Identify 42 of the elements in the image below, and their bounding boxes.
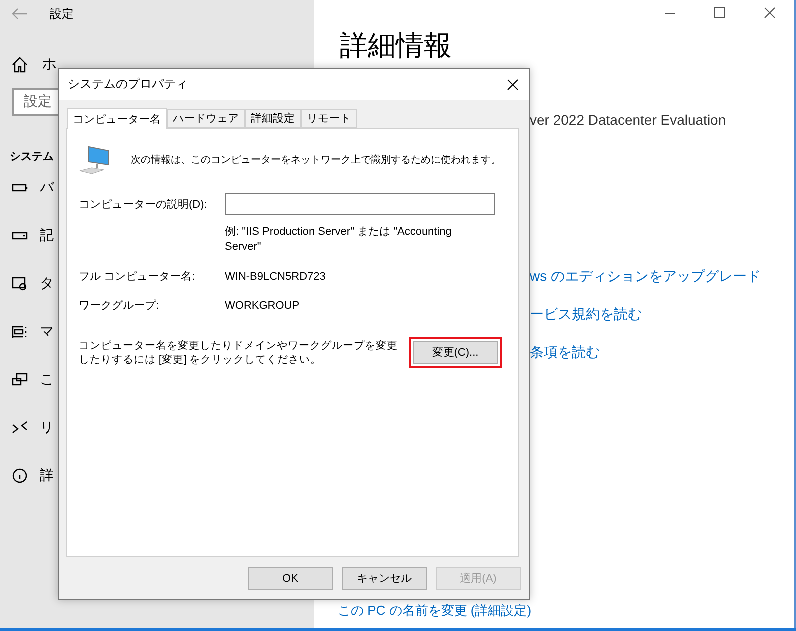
multitask-icon xyxy=(12,324,28,340)
intro-text: 次の情報は、このコンピューターをネットワーク上で識別するために使われます。 xyxy=(131,154,501,167)
maximize-icon[interactable] xyxy=(714,7,726,19)
close-icon[interactable] xyxy=(507,78,519,90)
edition-text: ver 2022 Datacenter Evaluation xyxy=(530,112,728,128)
tab[interactable]: リモート xyxy=(301,109,357,128)
tab[interactable]: 詳細設定 xyxy=(245,109,301,128)
dialog-button[interactable]: OK xyxy=(248,567,333,590)
sidebar-item[interactable]: こ xyxy=(40,371,54,389)
example-text: 例: "IIS Production Server" または "Accounting Server" xyxy=(225,225,453,255)
page-heading: 詳細情報 xyxy=(339,30,453,62)
field-value: WORKGROUP xyxy=(225,300,301,312)
window-title: 設定 xyxy=(50,6,74,22)
home-label[interactable]: ホ xyxy=(42,55,57,74)
change-instructions: コンピューター名を変更したりドメインやワークグループを変更したりするには [変更] をクリックしてください。 xyxy=(79,338,399,366)
link[interactable]: ws のエディションをアップグレード xyxy=(530,268,794,286)
change-button[interactable]: 変更(C)... xyxy=(413,341,498,364)
home-icon[interactable] xyxy=(12,56,28,72)
description-input[interactable] xyxy=(225,193,495,215)
link[interactable]: ービス規約を読む xyxy=(530,306,794,324)
section-heading: システム xyxy=(10,150,54,164)
tab[interactable]: コンピューター名 xyxy=(67,108,167,129)
sidebar-item[interactable]: バ xyxy=(40,179,54,197)
dialog-title: システムのプロパティ xyxy=(68,76,188,93)
close-icon[interactable] xyxy=(764,7,776,19)
tab[interactable]: ハードウェア xyxy=(167,109,245,128)
link[interactable]: 条項を読む xyxy=(530,344,794,362)
sidebar-item[interactable]: マ xyxy=(40,323,54,341)
remote-icon xyxy=(12,420,28,436)
sidebar-item[interactable]: 記 xyxy=(40,227,54,245)
sidebar-item[interactable]: タ xyxy=(40,275,54,293)
screens-icon xyxy=(12,372,28,388)
field-value: WIN-B9LCN5RD723 xyxy=(225,270,327,282)
field-label: フル コンピューター名: xyxy=(79,270,196,284)
rename-link[interactable]: この PC の名前を変更 (詳細設定) xyxy=(338,603,532,618)
sidebar-item[interactable]: 詳 xyxy=(40,467,54,485)
field-label: コンピューターの説明(D): xyxy=(79,198,208,212)
tablet-icon xyxy=(12,276,28,292)
dialog-button[interactable]: キャンセル xyxy=(342,567,427,590)
sidebar-item[interactable]: リ xyxy=(40,419,54,437)
info-icon xyxy=(12,468,28,484)
field-label: ワークグループ: xyxy=(79,298,160,313)
